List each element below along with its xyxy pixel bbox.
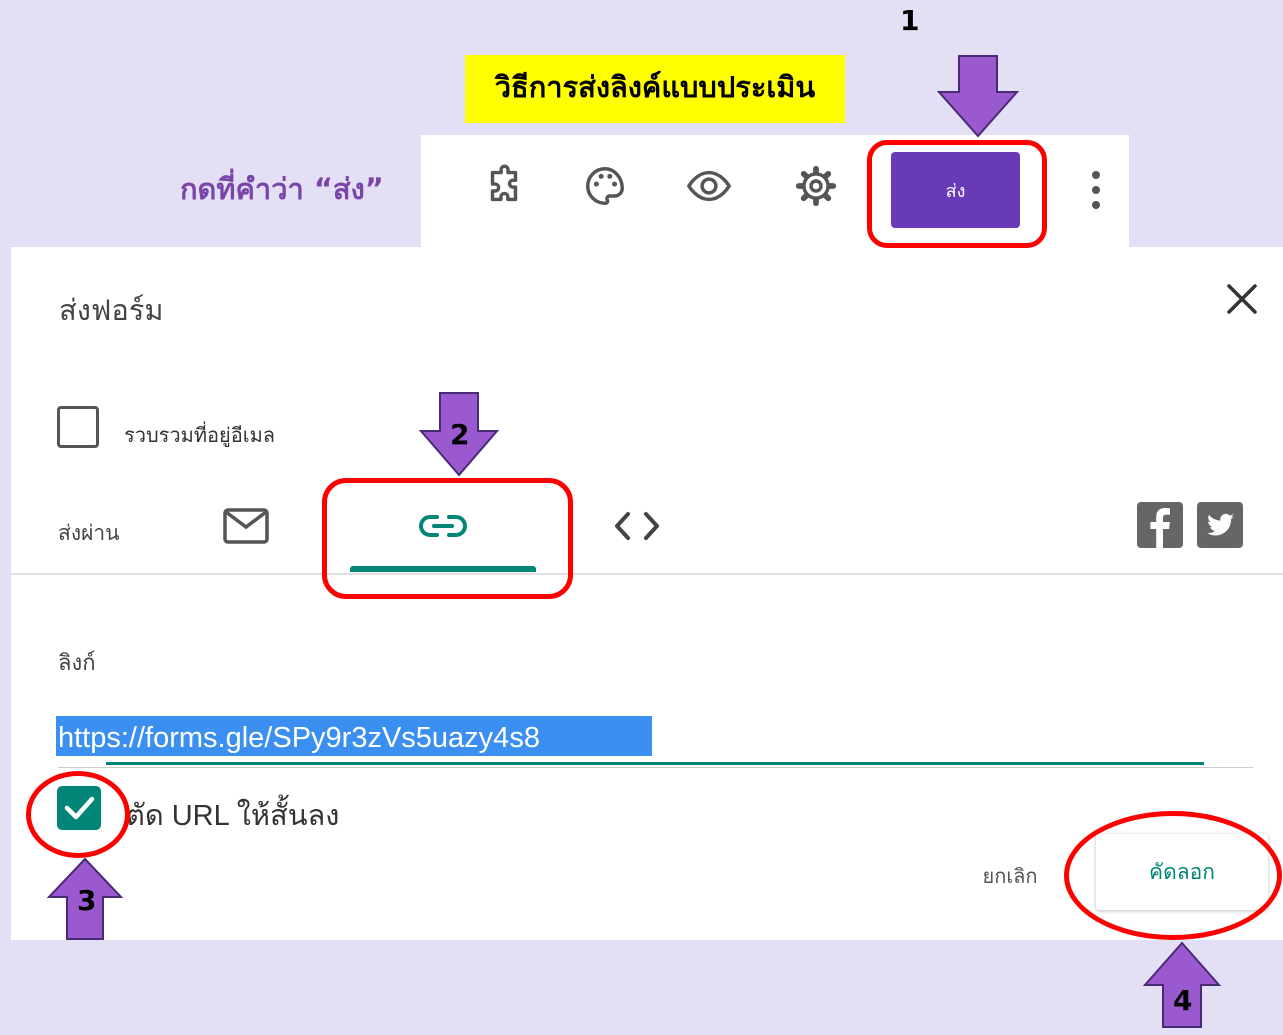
close-icon[interactable] [1224, 281, 1260, 317]
dialog-title: ส่งฟอร์ม [59, 293, 164, 327]
step-1-number: 1 [900, 4, 920, 37]
twitter-icon[interactable] [1197, 502, 1243, 548]
url-field-baseline [58, 767, 1253, 768]
tab-embed-icon[interactable] [612, 506, 662, 546]
collect-email-label: รวบรวมที่อยู่อีเมล [124, 423, 276, 447]
shorten-url-label: ตัด URL ให้สั้นลง [126, 800, 340, 832]
send-via-label: ส่งผ่าน [58, 521, 120, 545]
link-label: ลิงก์ [58, 651, 96, 676]
more-vert-icon[interactable] [1086, 168, 1106, 212]
step-1-highlight [867, 140, 1047, 248]
step-4-number: 4 [1173, 984, 1193, 1017]
puzzle-icon[interactable] [481, 163, 527, 209]
tab-email-icon[interactable] [222, 506, 270, 546]
palette-icon[interactable] [582, 163, 628, 209]
gear-icon[interactable] [793, 163, 839, 209]
page-title: วิธีการส่งลิงค์แบบประเมิน [494, 70, 816, 104]
step-2-highlight [322, 478, 573, 599]
step-3-number: 3 [77, 884, 97, 917]
instruction-hint: กดที่คำว่า “ส่ง” [180, 172, 384, 206]
cancel-button[interactable]: ยกเลิก [965, 858, 1055, 894]
eye-icon[interactable] [686, 163, 732, 209]
url-field-underline [106, 762, 1204, 765]
link-url-input[interactable] [58, 716, 858, 760]
step-3-highlight [26, 771, 130, 858]
step-4-highlight [1064, 811, 1282, 940]
tab-divider [11, 573, 1283, 575]
collect-email-checkbox[interactable] [57, 406, 99, 448]
facebook-icon[interactable] [1137, 502, 1183, 548]
step-1-arrow-icon [937, 55, 1019, 138]
step-2-number: 2 [450, 418, 470, 451]
